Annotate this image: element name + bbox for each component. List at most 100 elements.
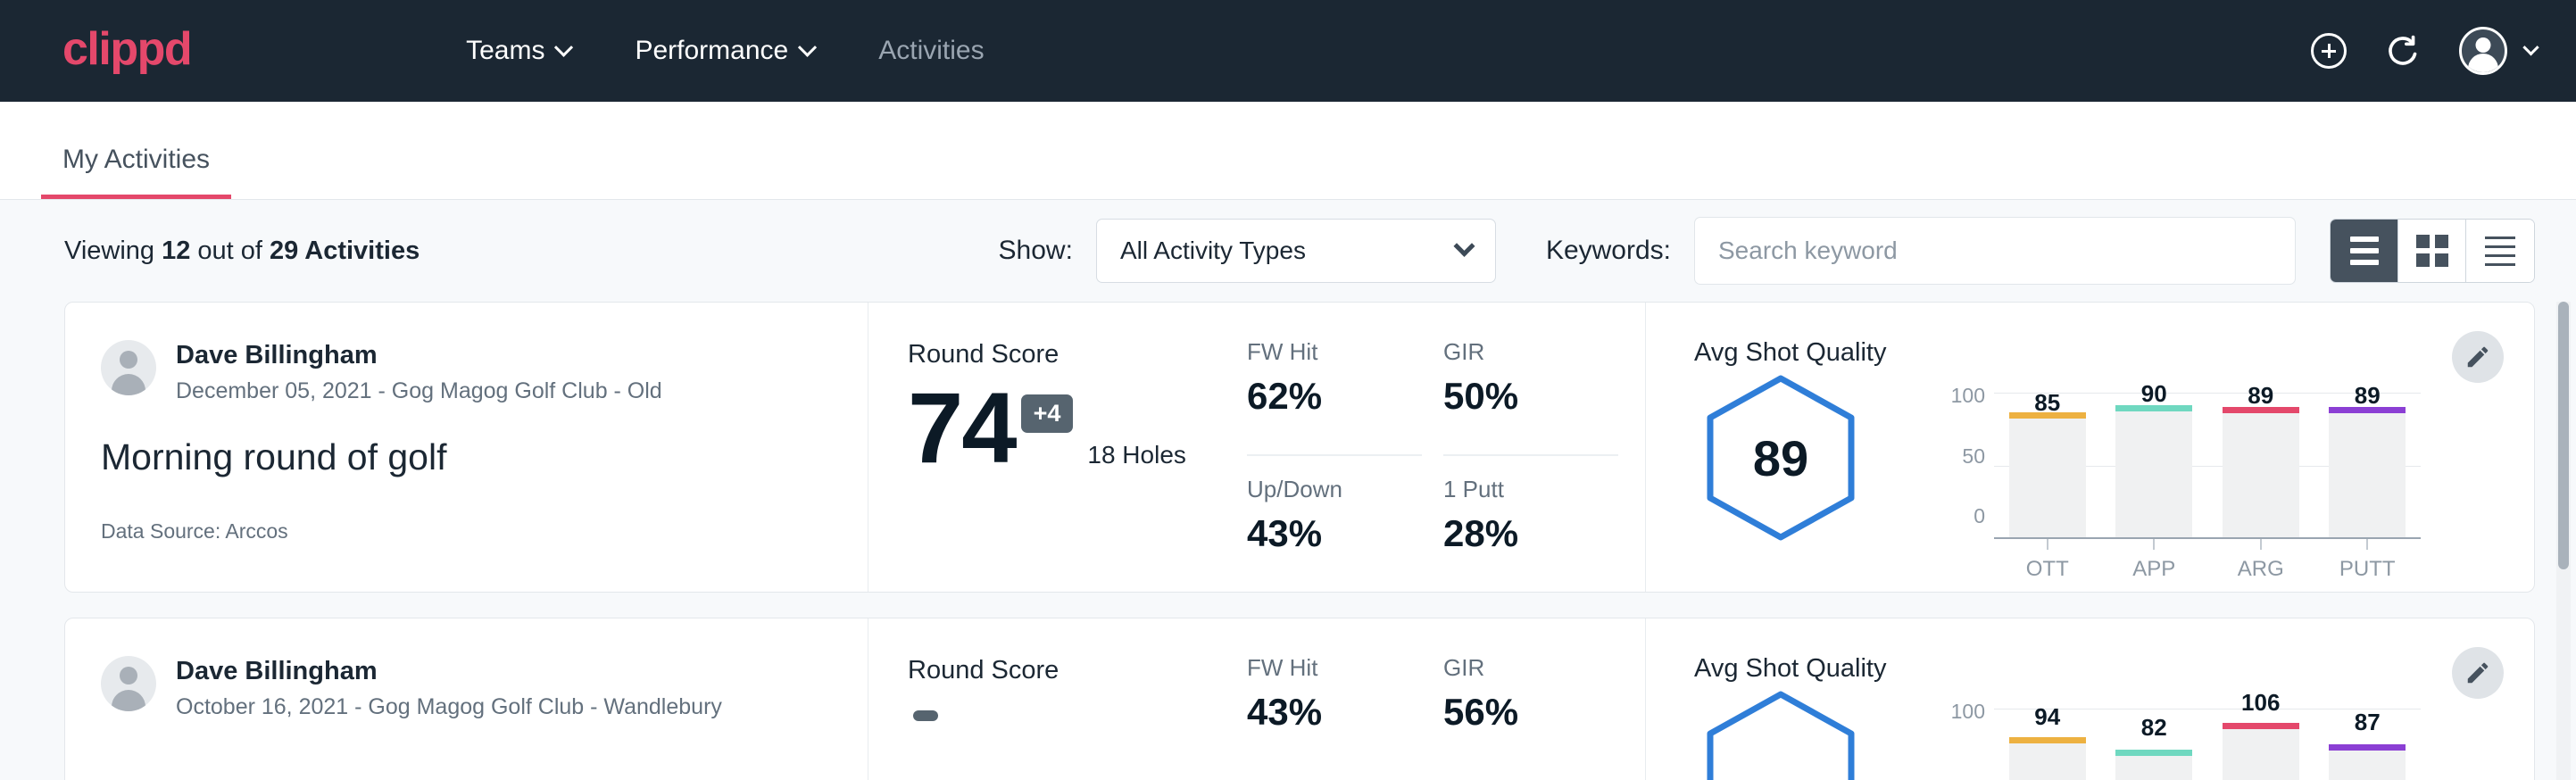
chevron-down-icon <box>1453 235 1475 256</box>
compact-view-icon <box>2485 236 2515 239</box>
stat-label: FW Hit <box>1247 654 1422 682</box>
nav-item-activities[interactable]: Activities <box>846 36 1016 66</box>
view-mode-list-button[interactable] <box>2331 220 2398 282</box>
bar-rect <box>2223 723 2299 780</box>
viewing-prefix: Viewing <box>64 236 162 265</box>
stat-label: GIR <box>1443 654 1618 682</box>
search-input[interactable] <box>1694 217 2296 285</box>
nav-item-label: Performance <box>635 36 788 66</box>
stat-value: 43% <box>1247 691 1422 734</box>
add-circle-icon[interactable] <box>2311 33 2347 69</box>
nav-item-performance[interactable]: Performance <box>602 36 846 66</box>
bar-rect <box>2115 750 2192 780</box>
list-view-icon <box>2350 260 2379 265</box>
score-to-par-badge <box>913 710 938 721</box>
viewing-count-text: Viewing 12 out of 29 Activities <box>64 236 420 266</box>
stat-value: 28% <box>1443 512 1618 555</box>
nav-item-teams[interactable]: Teams <box>434 36 602 66</box>
viewing-total: 29 Activities <box>270 236 420 265</box>
bar-rect <box>2115 405 2192 537</box>
page-scrollbar[interactable] <box>2556 302 2571 780</box>
stat-label: Up/Down <box>1247 476 1422 503</box>
viewing-count: 12 <box>162 236 190 265</box>
bar-rect <box>2009 412 2086 537</box>
keywords-group: Keywords: <box>1546 217 2296 285</box>
chart-x-axis: OTT APP ARG <box>1994 539 2421 582</box>
app-header: clippd Teams Performance Activities <box>0 0 2576 102</box>
stat-label: GIR <box>1443 338 1618 366</box>
tab-bar: My Activities <box>0 102 2576 200</box>
activity-summary: Dave Billingham December 05, 2021 - Gog … <box>65 303 868 592</box>
bar-value: 82 <box>2141 714 2167 742</box>
view-mode-grid-button[interactable] <box>2398 220 2466 282</box>
grid-view-icon <box>2416 235 2448 267</box>
clippd-logo[interactable]: clippd <box>62 26 191 76</box>
bar-rect <box>2009 737 2086 780</box>
tick-mark <box>2260 539 2262 550</box>
y-tick: 0 <box>1974 504 1985 528</box>
round-score-row: 74 +4 18 Holes <box>908 378 1226 478</box>
view-mode-compact-button[interactable] <box>2466 220 2534 282</box>
activity-type-select[interactable]: All Activity Types <box>1096 219 1496 283</box>
quality-score-value: 89 <box>1703 373 1858 543</box>
round-score-value: 74 <box>908 378 1016 478</box>
bar-rect <box>2329 744 2406 780</box>
pencil-icon <box>2464 344 2491 370</box>
scrollbar-thumb[interactable] <box>2558 302 2569 569</box>
round-score-row <box>908 694 1226 721</box>
compact-view-icon <box>2485 245 2515 248</box>
chart-plot-area: 94 82 106 <box>1994 689 2421 780</box>
compact-view-icon <box>2485 254 2515 257</box>
x-tick-putt: PUTT <box>2314 539 2422 582</box>
refresh-icon[interactable] <box>2384 32 2422 70</box>
x-tick-label: OTT <box>2026 557 2069 582</box>
shot-quality-bar-chart: 100 50 0 85 <box>1942 373 2421 582</box>
avg-shot-quality-block: Avg Shot Quality 89 100 50 0 <box>1645 303 2534 592</box>
avatar <box>101 340 156 395</box>
tick-mark <box>2047 539 2048 550</box>
bar-rect <box>2329 407 2406 537</box>
round-score-block: Round Score 74 +4 18 Holes <box>868 303 1226 592</box>
holes-played: 18 Holes <box>1087 441 1186 478</box>
round-stats-grid: FW Hit 43% GIR 56% <box>1226 618 1645 780</box>
edit-activity-button[interactable] <box>2452 331 2504 383</box>
activities-list: Dave Billingham December 05, 2021 - Gog … <box>0 302 2576 780</box>
bar-arg: 106 <box>2207 709 2314 780</box>
show-label: Show: <box>999 236 1073 266</box>
stat-value: 56% <box>1443 691 1618 734</box>
x-tick-label: APP <box>2132 557 2175 582</box>
stat-fw-hit: FW Hit 43% <box>1247 654 1422 780</box>
x-tick-ott: OTT <box>1994 539 2101 582</box>
view-mode-toggle-group <box>2330 219 2535 283</box>
stat-value: 50% <box>1443 375 1618 418</box>
bar-value: 106 <box>2241 689 2280 717</box>
bar-app: 82 <box>2101 709 2208 780</box>
bar-value: 89 <box>2355 382 2381 410</box>
stat-gir: GIR 50% <box>1443 338 1618 456</box>
bar-value: 89 <box>2248 382 2273 410</box>
y-tick: 100 <box>1951 700 1985 724</box>
stat-label: FW Hit <box>1247 338 1422 366</box>
tab-my-activities[interactable]: My Activities <box>41 145 231 199</box>
tick-mark <box>2153 539 2155 550</box>
edit-activity-button[interactable] <box>2452 647 2504 699</box>
bar-arg: 89 <box>2207 393 2314 537</box>
bar-ott: 94 <box>1994 709 2101 780</box>
score-to-par-badge: +4 <box>1021 394 1074 433</box>
avg-shot-quality-label: Avg Shot Quality <box>1694 654 2534 684</box>
round-score-block: Round Score <box>868 618 1226 780</box>
account-menu-button[interactable] <box>2459 27 2537 75</box>
activity-type-selected-value: All Activity Types <box>1120 236 1306 265</box>
activity-card[interactable]: Dave Billingham December 05, 2021 - Gog … <box>64 302 2535 593</box>
nav-item-label: Teams <box>466 36 544 66</box>
y-tick: 100 <box>1951 384 1985 408</box>
toolbar-controls: Show: All Activity Types Keywords: <box>999 217 2535 285</box>
activity-card[interactable]: Dave Billingham October 16, 2021 - Gog M… <box>64 618 2535 780</box>
x-tick-app: APP <box>2101 539 2208 582</box>
filter-toolbar: Viewing 12 out of 29 Activities Show: Al… <box>0 200 2576 302</box>
chevron-down-icon <box>2522 39 2539 55</box>
viewing-middle: out of <box>190 236 270 265</box>
quality-hexagon: 89 <box>1703 373 1858 543</box>
stat-label: 1 Putt <box>1443 476 1618 503</box>
chart-y-axis: 100 50 0 <box>1942 373 1994 528</box>
